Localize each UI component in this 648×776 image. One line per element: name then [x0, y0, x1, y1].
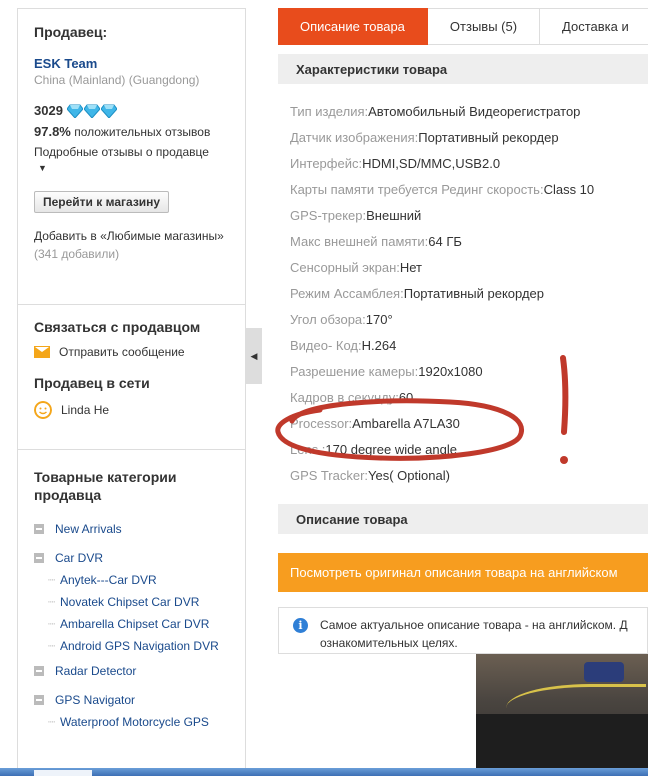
chat-agent-link[interactable]: Linda He	[34, 401, 229, 419]
add-favorite-store[interactable]: Добавить в «Любимые магазины» (341 добав…	[34, 227, 229, 263]
online-heading: Продавец в сети	[34, 375, 150, 391]
chevron-left-icon: ◀	[250, 350, 258, 361]
sidebar-collapse-handle[interactable]: ◀	[246, 328, 262, 384]
spec-row: GPS-трекер: Внешний	[290, 207, 422, 223]
rating-diamonds	[66, 104, 117, 118]
seller-sidebar: Продавец: ESK Team China (Mainland) (Gua…	[17, 8, 246, 768]
diamond-icon	[100, 104, 117, 118]
spec-row: Карты памяти требуется Рединг скорость: C…	[290, 181, 595, 197]
diamond-icon	[66, 104, 83, 118]
subcategory-item[interactable]: ┈ Anytek---Car DVR	[34, 572, 229, 588]
description-heading: Описание товара	[278, 504, 648, 534]
subcategory-item[interactable]: ┈ Novatek Chipset Car DVR	[34, 594, 229, 610]
spec-row: Угол обзора: 170°	[290, 311, 393, 327]
photo-dashboard	[476, 714, 648, 770]
categories-heading: Товарные категории продавца	[34, 469, 177, 503]
smiley-icon	[34, 401, 52, 419]
taskbar-item[interactable]	[34, 770, 92, 776]
info-icon: i	[293, 618, 308, 633]
go-to-store-button[interactable]: Перейти к магазину	[34, 191, 170, 213]
product-photo[interactable]	[476, 654, 648, 770]
subcategory-list: ┈ Waterproof Motorcycle GPS	[34, 714, 229, 730]
favorite-count: (341 добавили)	[34, 247, 120, 261]
contact-panel: Связаться с продавцом Отправить сообщени…	[17, 305, 246, 450]
store-name-link[interactable]: ESK Team	[34, 56, 229, 71]
notice-text: Самое актуальное описание товара - на ан…	[320, 618, 628, 650]
collapse-icon[interactable]	[34, 524, 44, 534]
agent-name: Linda He	[61, 403, 110, 417]
spec-row: Тип изделия: Автомобильный Видеорегистрат…	[290, 103, 581, 119]
subcategory-item[interactable]: ┈ Waterproof Motorcycle GPS	[34, 714, 229, 730]
send-message-link[interactable]: Отправить сообщение	[34, 345, 229, 359]
spec-row: Lens :170 degree wide angle	[290, 441, 457, 457]
collapse-icon[interactable]	[34, 695, 44, 705]
categories-panel: Товарные категории продавца New Arrivals…	[17, 450, 246, 768]
category-label[interactable]: Car DVR	[55, 551, 103, 565]
seller-heading: Продавец:	[34, 24, 108, 40]
spec-row: GPS Tracker: Yes( Optional)	[290, 467, 450, 483]
spec-row: Видео- Код: H.264	[290, 337, 397, 353]
category-label[interactable]: Radar Detector	[55, 664, 136, 678]
category-gps-navigator[interactable]: GPS Navigator	[34, 691, 229, 709]
category-label[interactable]: GPS Navigator	[55, 693, 135, 707]
specs-list: Тип изделия: Автомобильный Видеорегистрат…	[278, 98, 648, 488]
spec-row: Режим Ассамблея: Портативный рекордер	[290, 285, 545, 301]
feedback-percent: 97.8%	[34, 124, 71, 139]
category-label[interactable]: New Arrivals	[55, 522, 122, 536]
positive-feedback: 97.8% положительных отзывов	[34, 124, 229, 139]
category-new-arrivals[interactable]: New Arrivals	[34, 520, 229, 538]
specs-heading: Характеристики товара	[278, 54, 648, 84]
product-detail-main: Описание товара Отзывы (5) Доставка и Ха…	[278, 8, 648, 770]
subcategory-item[interactable]: ┈ Android GPS Navigation DVR	[34, 638, 229, 654]
rating-score: 3029	[34, 103, 63, 118]
photo-car	[584, 662, 624, 682]
detailed-feedback-toggle[interactable]: Подробные отзывы о продавце	[34, 145, 229, 159]
product-tabs: Описание товара Отзывы (5) Доставка и	[278, 8, 648, 45]
spec-row: Кадров в секунду: 60	[290, 389, 414, 405]
view-original-description-button[interactable]: Посмотреть оригинал описания товара на а…	[278, 553, 648, 592]
collapse-icon[interactable]	[34, 666, 44, 676]
spec-row-processor: Processor: Ambarella A7LA30	[290, 415, 460, 431]
taskbar	[0, 768, 648, 776]
spec-row: Интерфейс: HDMI,SD/MMC,USB2.0	[290, 155, 501, 171]
tab-reviews[interactable]: Отзывы (5)	[427, 8, 541, 45]
favorite-link[interactable]: Добавить в «Любимые магазины»	[34, 229, 224, 243]
category-radar-detector[interactable]: Radar Detector	[34, 662, 229, 680]
contact-heading: Связаться с продавцом	[34, 319, 201, 335]
spec-row: Датчик изображения: Портативный рекордер	[290, 129, 559, 145]
spec-row: Макс внешней памяти: 64 ГБ	[290, 233, 462, 249]
category-car-dvr[interactable]: Car DVR	[34, 549, 229, 567]
chevron-down-icon[interactable]: ▼	[34, 163, 229, 173]
collapse-icon[interactable]	[34, 553, 44, 563]
tab-shipping[interactable]: Доставка и	[540, 8, 648, 45]
diamond-icon	[83, 104, 100, 118]
subcategory-item[interactable]: ┈ Ambarella Chipset Car DVR	[34, 616, 229, 632]
subcategory-list: ┈ Anytek---Car DVR ┈ Novatek Chipset Car D…	[34, 572, 229, 654]
seller-info-panel: Продавец: ESK Team China (Mainland) (Gua…	[17, 8, 246, 305]
spec-row: Сенсорный экран: Нет	[290, 259, 423, 275]
feedback-text: положительных отзывов	[70, 125, 211, 139]
tab-description[interactable]: Описание товара	[278, 8, 428, 45]
store-location: China (Mainland) (Guangdong)	[34, 73, 200, 87]
category-list: New Arrivals Car DVR ┈ Anytek---Car DVR ┈…	[34, 520, 229, 730]
envelope-icon	[34, 346, 50, 358]
translation-notice: i Самое актуальное описание товара - на …	[278, 607, 648, 654]
seller-rating[interactable]: 3029	[34, 103, 229, 118]
spec-row: Разрешение камеры: 1920x1080	[290, 363, 483, 379]
send-message-label: Отправить сообщение	[59, 345, 185, 359]
